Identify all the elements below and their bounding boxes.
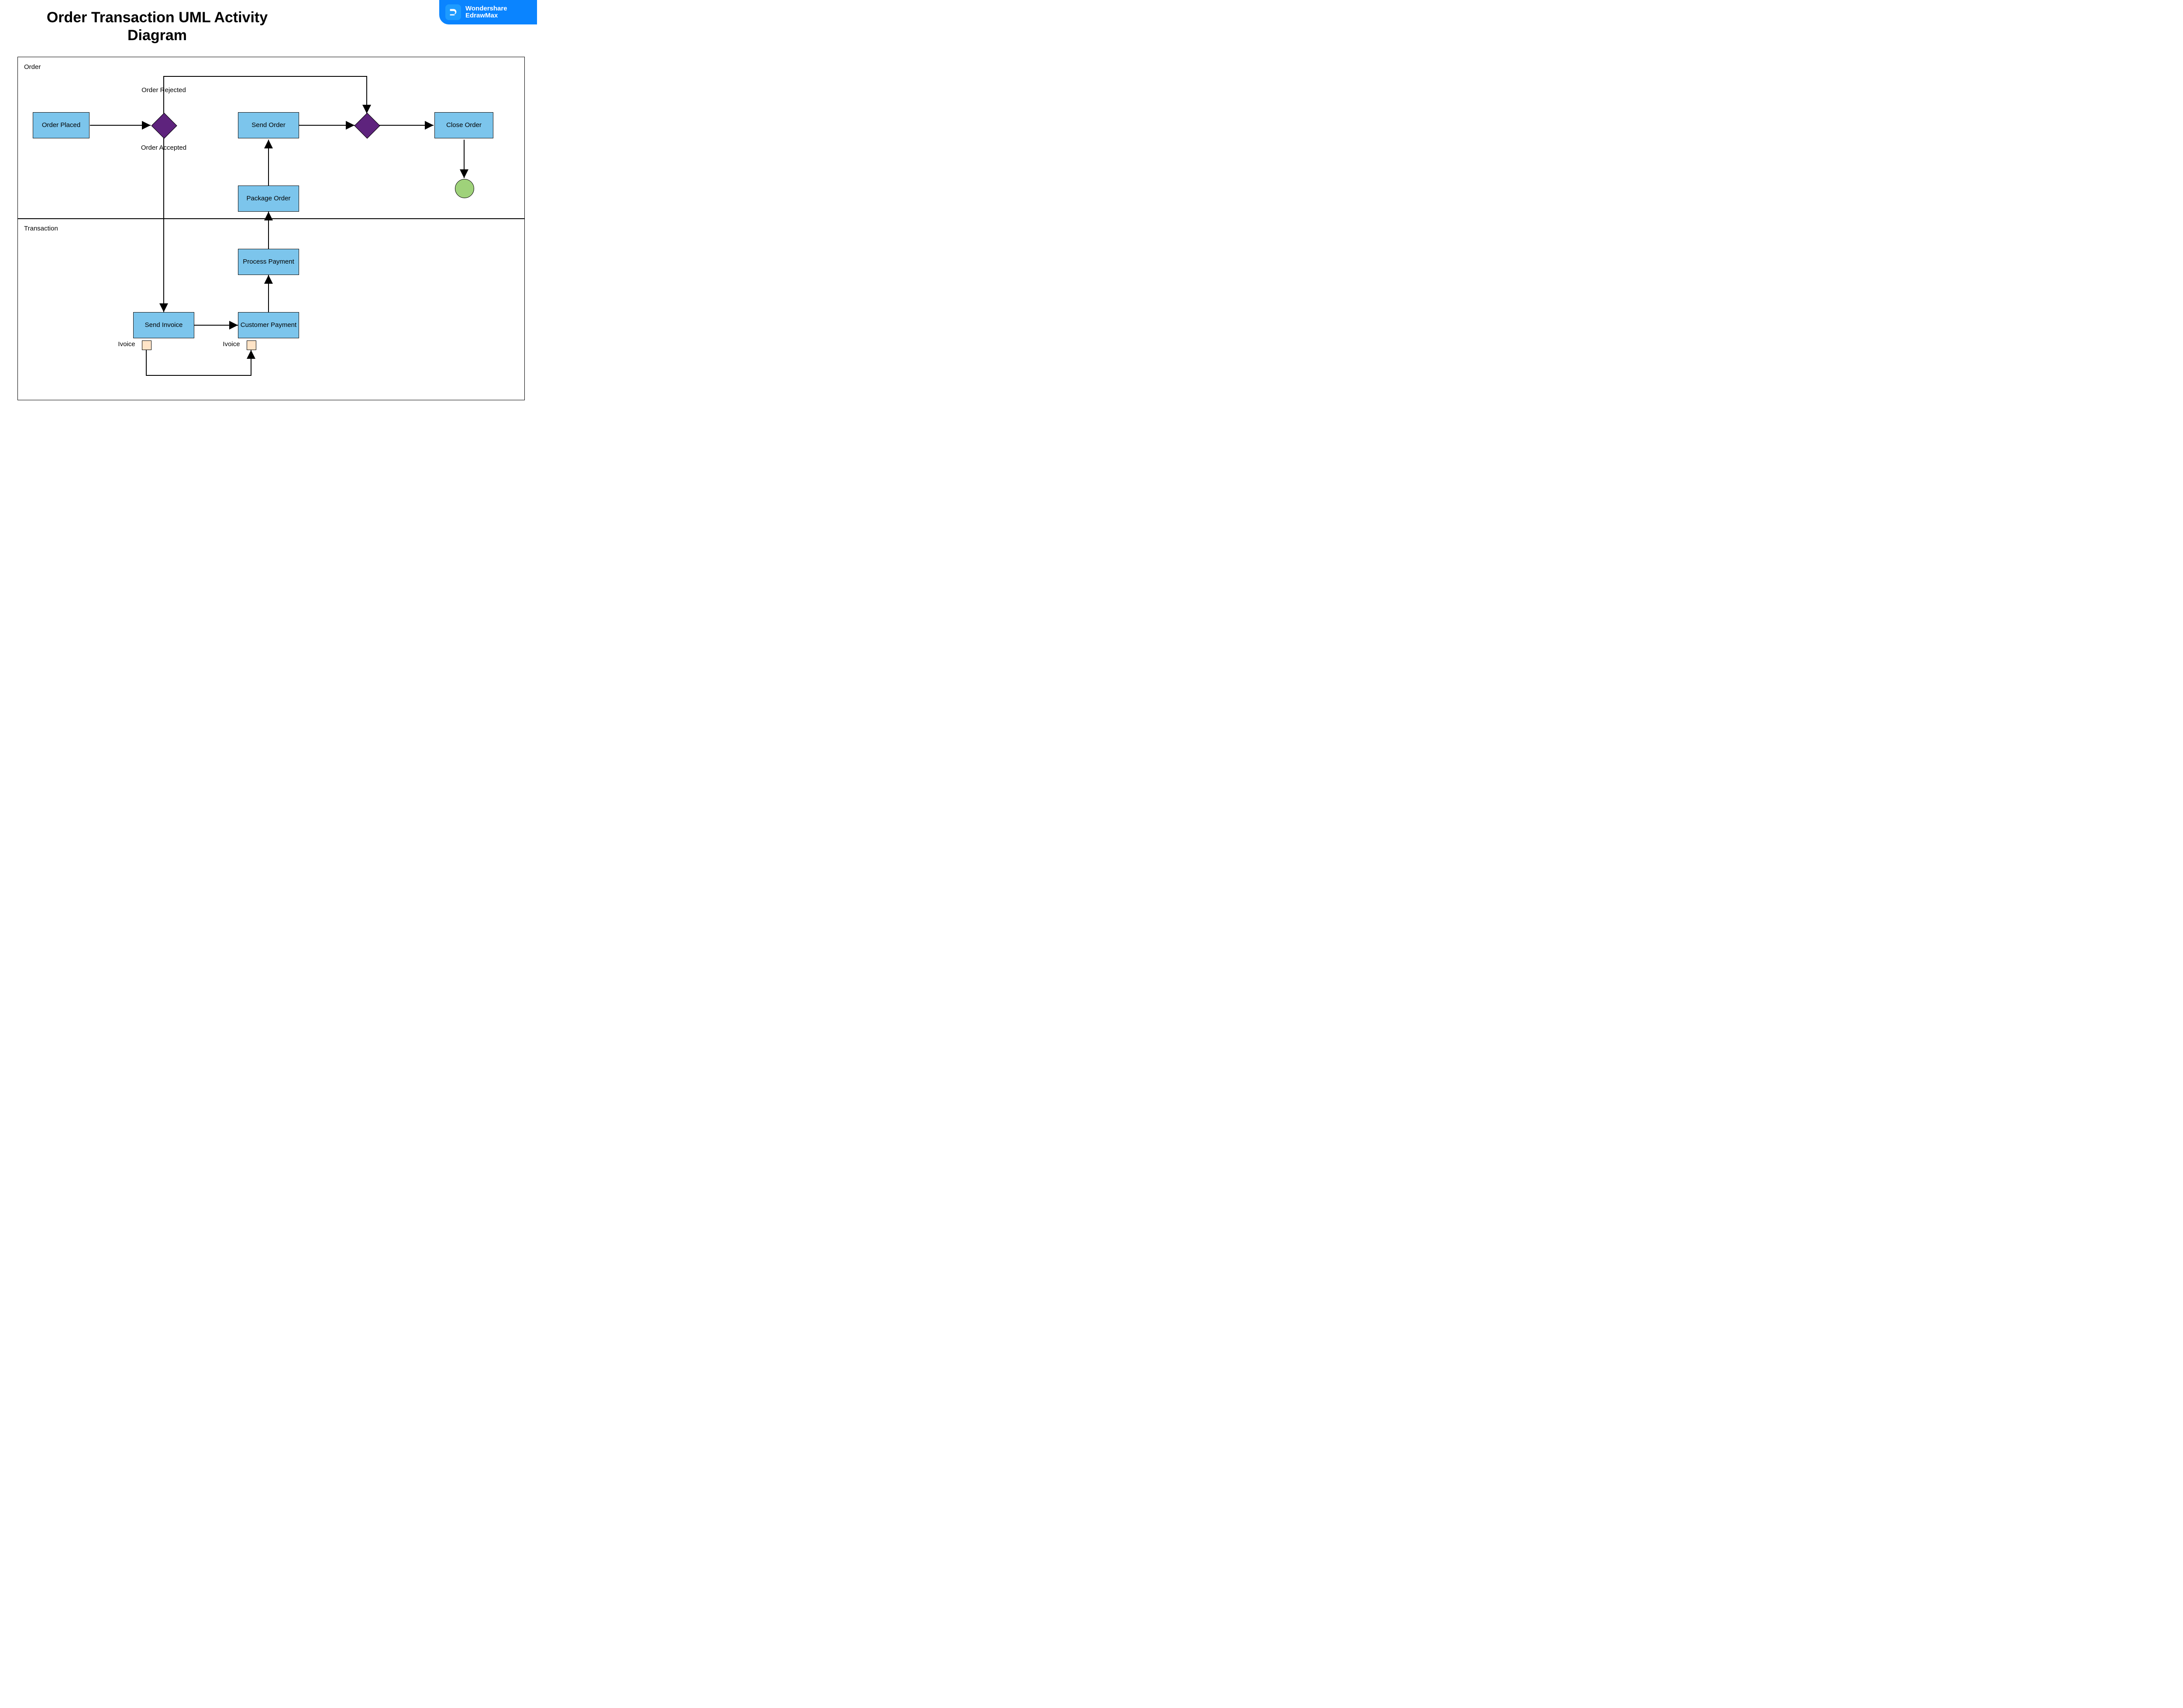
transaction-lane (17, 218, 525, 400)
diagram-canvas: Order Transaction UML Activity Diagram W… (0, 0, 537, 420)
diagram-title: Order Transaction UML Activity Diagram (39, 9, 275, 45)
badge-text: Wondershare EdrawMax (465, 5, 507, 20)
label-invoice-b: Ivoice (220, 340, 242, 348)
activity-send-order: Send Order (238, 112, 299, 138)
label-invoice-a: Ivoice (116, 340, 138, 348)
activity-process-payment: Process Payment (238, 249, 299, 275)
label-order-rejected: Order Rejected (140, 86, 188, 94)
wondershare-badge: Wondershare EdrawMax (439, 0, 537, 24)
transaction-lane-label: Transaction (24, 225, 58, 232)
label-order-accepted: Order Accepted (140, 144, 188, 152)
final-node (455, 179, 474, 198)
merge-order (355, 113, 379, 137)
decision-order (152, 113, 176, 137)
activity-order-placed: Order Placed (33, 112, 90, 138)
pin-invoice-in (247, 340, 256, 350)
badge-line2: EdrawMax (465, 12, 498, 19)
order-lane-label: Order (24, 63, 41, 71)
activity-send-invoice: Send Invoice (133, 312, 194, 338)
activity-package-order: Package Order (238, 186, 299, 212)
pin-invoice-out (142, 340, 152, 350)
badge-line1: Wondershare (465, 5, 507, 12)
activity-close-order: Close Order (434, 112, 493, 138)
activity-customer-payment: Customer Payment (238, 312, 299, 338)
edrawmax-icon (445, 4, 461, 20)
